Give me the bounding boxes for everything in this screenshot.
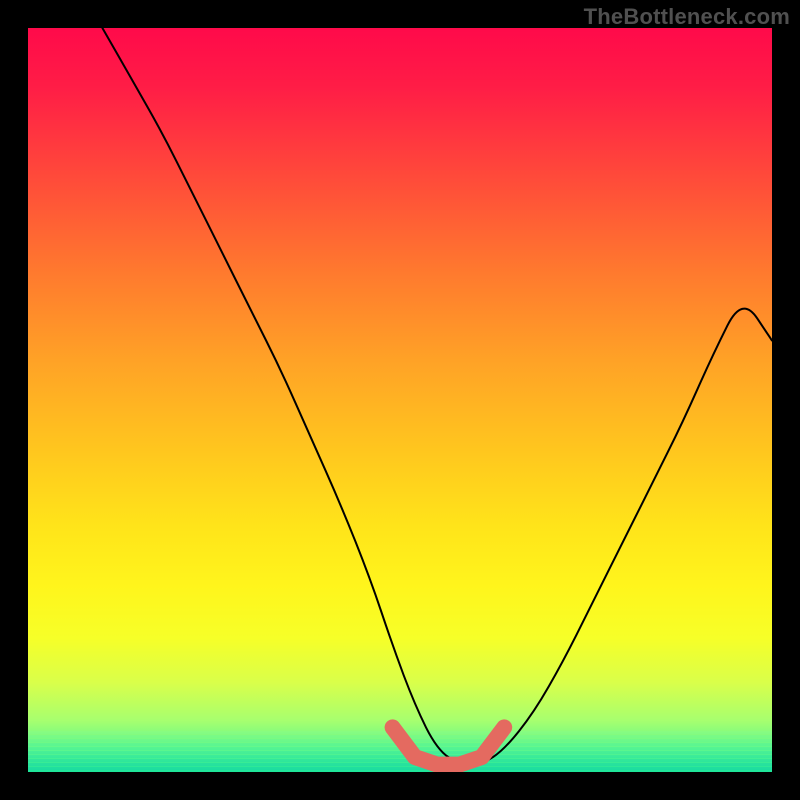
watermark-text: TheBottleneck.com — [584, 4, 790, 30]
chart-svg — [28, 28, 772, 772]
plot-area — [28, 28, 772, 772]
chart-frame: TheBottleneck.com — [0, 0, 800, 800]
highlight-segment — [393, 727, 505, 764]
lines-layer — [28, 28, 772, 772]
bottleneck-curve — [102, 28, 772, 765]
